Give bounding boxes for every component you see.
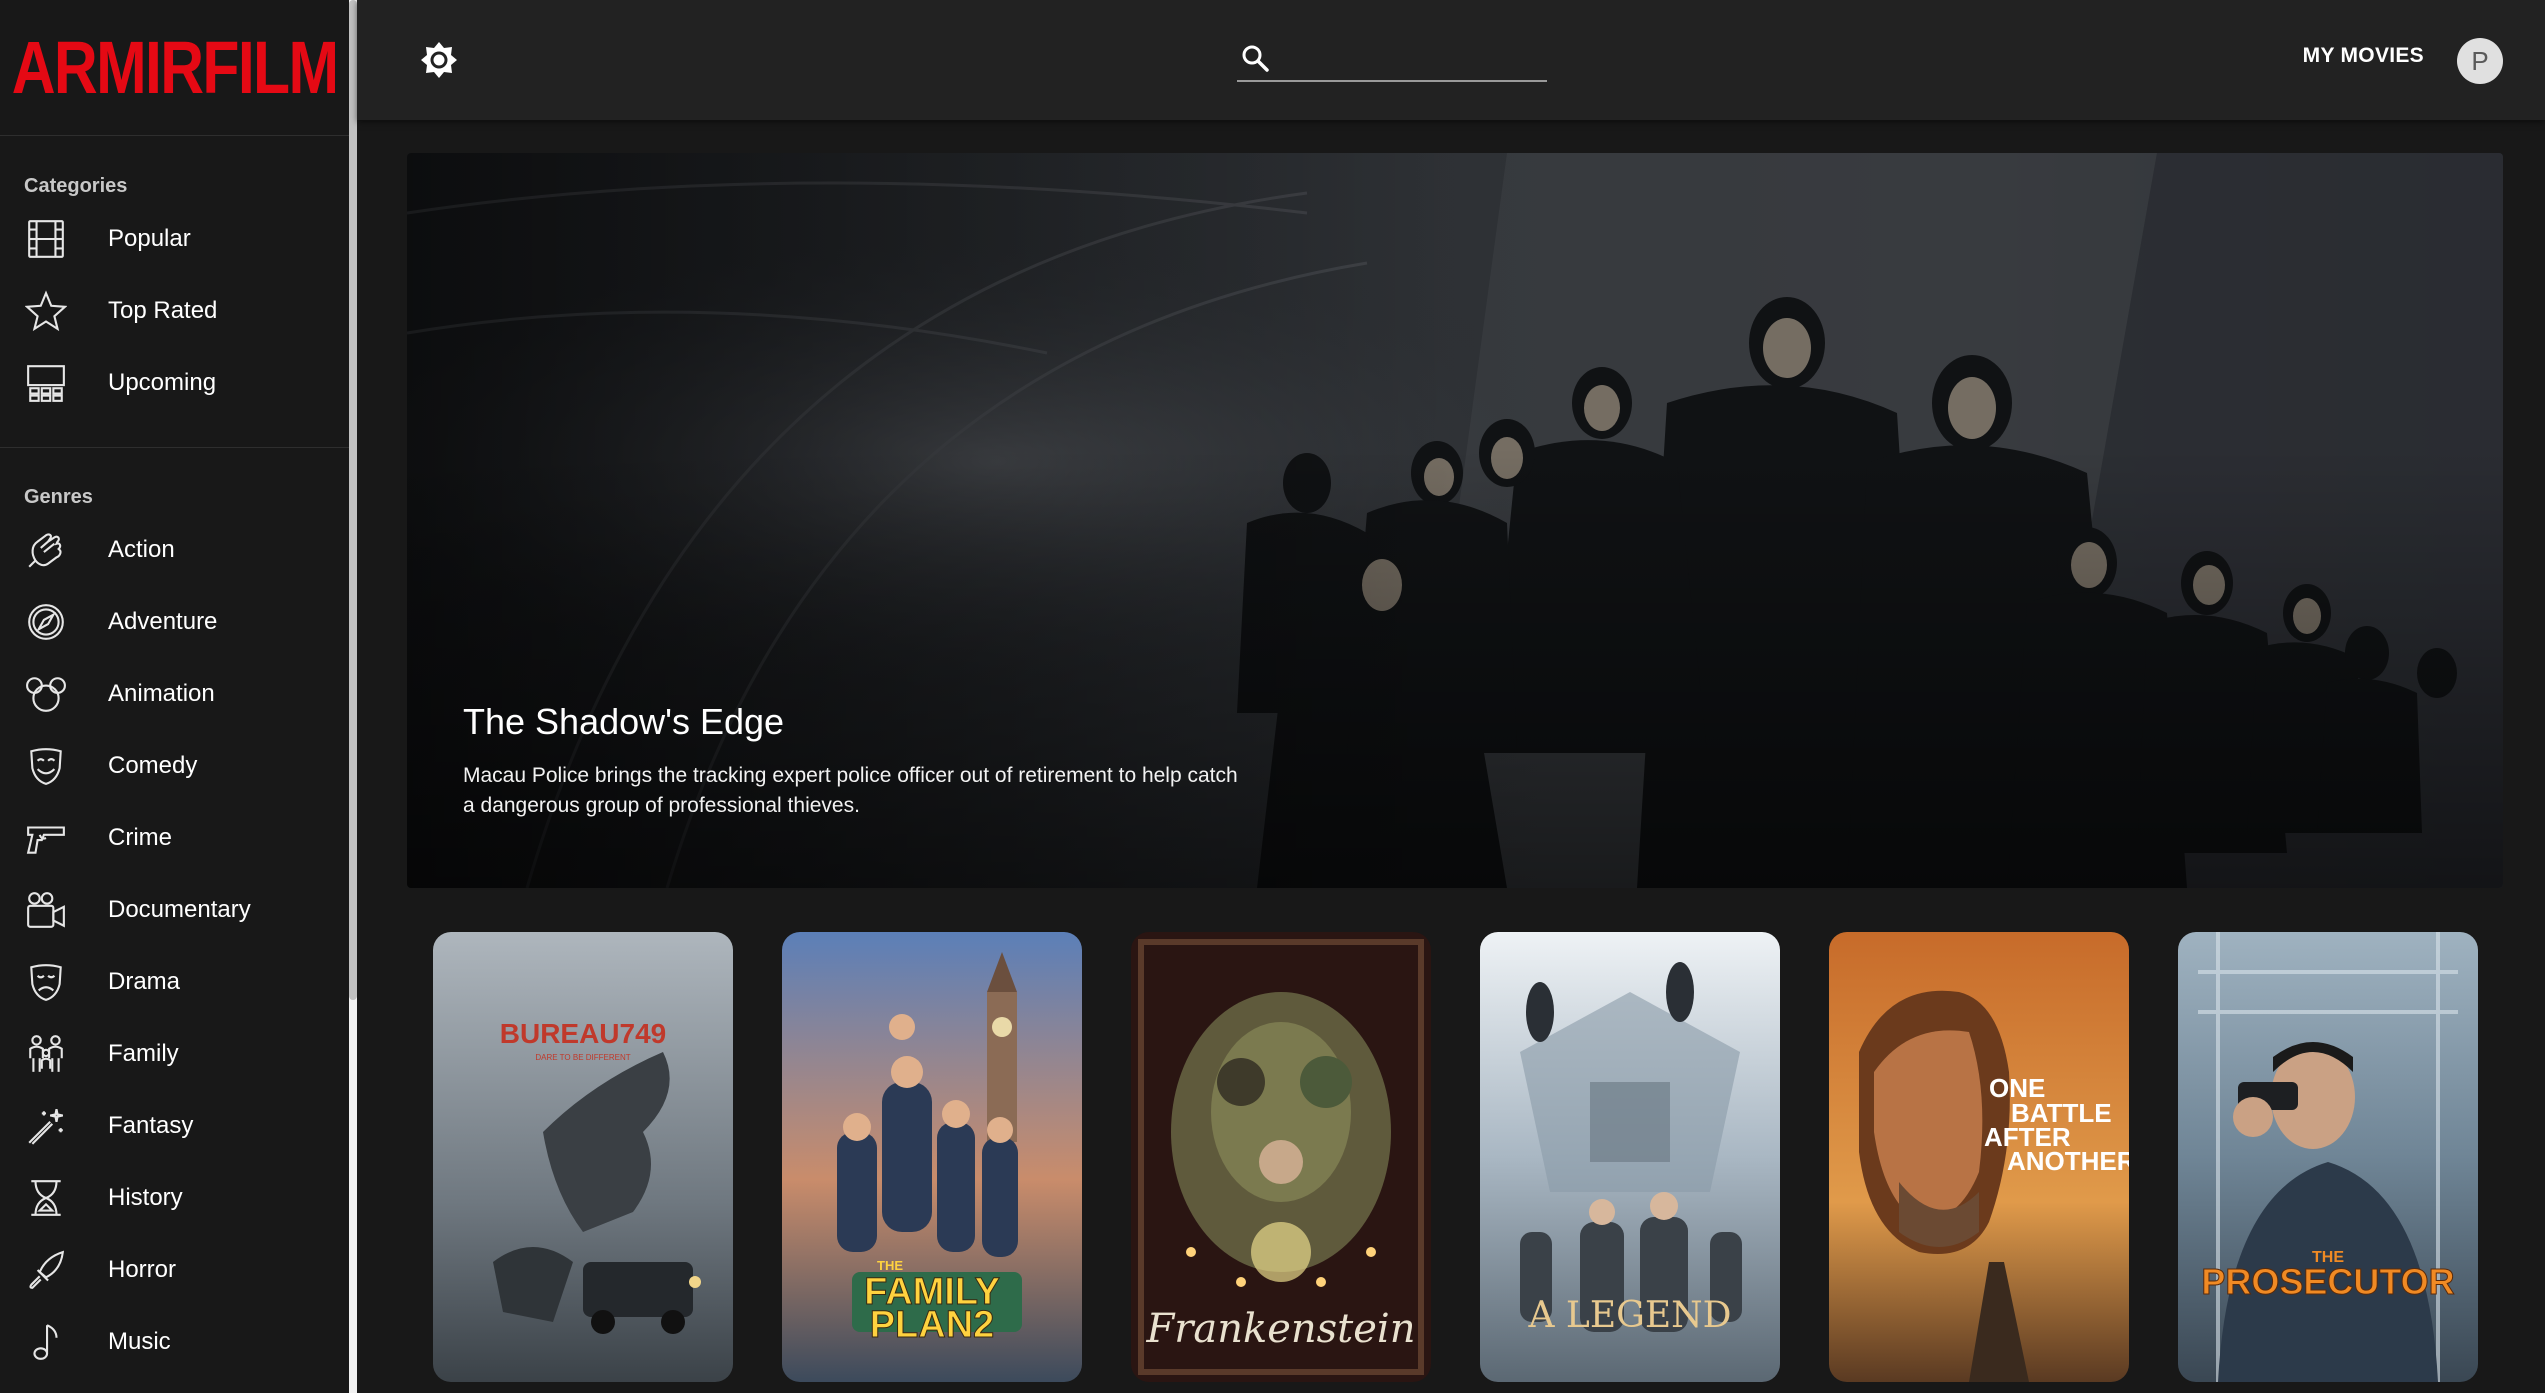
sidebar-item-label: Popular [108,225,191,252]
sidebar-item-popular[interactable]: Popular [0,203,349,275]
sidebar-item-label: Fantasy [108,1112,194,1139]
movie-poster-the-prosecutor[interactable]: THE PROSECUTOR [2178,932,2478,1382]
compass-icon [24,600,68,644]
star-icon [24,289,68,333]
poster-image: THE PROSECUTOR [2178,932,2478,1382]
poster-image: THE FAMILY PLAN2 [782,932,1082,1382]
poster-title-art-line4: ANOTHER [2007,1146,2129,1176]
genres-section: Genres Action Adventure Animation Comedy [0,448,349,1378]
sidebar-item-horror[interactable]: Horror [0,1234,349,1306]
sidebar-item-music[interactable]: Music [0,1306,349,1378]
sidebar-item-label: Adventure [108,608,218,635]
poster-image: ONE BATTLE AFTER ANOTHER [1829,932,2129,1382]
poster-title-art-line3: PLAN2 [870,1304,995,1346]
top-bar: MY MOVIES P [357,0,2545,120]
sidebar-item-history[interactable]: History [0,1162,349,1234]
movie-poster-frankenstein[interactable]: Frankenstein [1131,932,1431,1382]
featured-movie-overview: Macau Police brings the tracking expert … [463,764,1238,817]
featured-movie-title[interactable]: The Shadow's Edge [463,701,784,743]
poster-image: BUREAU749 DARE TO BE DIFFERENT [433,932,733,1382]
movie-poster-one-battle-after-another[interactable]: ONE BATTLE AFTER ANOTHER [1829,932,2129,1382]
categories-section: Categories Popular Top Rated Upcoming [0,136,349,448]
poster-tagline-art: DARE TO BE DIFFERENT [535,1053,630,1062]
magic-wand-icon [24,1104,68,1148]
pistol-icon [24,816,68,860]
movie-poster-row: BUREAU749 DARE TO BE DIFFERENT THE FAMIL… [433,932,2481,1393]
genres-title: Genres [24,486,93,508]
sidebar-item-action[interactable]: Action [0,514,349,586]
sidebar-item-label: Action [108,536,175,563]
poster-title-art: Frankenstein [1146,1306,1416,1352]
sidebar-item-family[interactable]: Family [0,1018,349,1090]
mask-sad-icon [24,960,68,1004]
fist-icon [24,528,68,572]
sidebar-item-fantasy[interactable]: Fantasy [0,1090,349,1162]
avatar[interactable]: P [2457,38,2503,84]
sidebar-item-top-rated[interactable]: Top Rated [0,275,349,347]
sidebar-item-label: Animation [108,680,215,707]
sidebar-item-documentary[interactable]: Documentary [0,874,349,946]
sidebar-item-label: Top Rated [108,297,218,324]
sidebar-item-label: History [108,1184,183,1211]
sidebar-scrollbar-thumb[interactable] [349,0,357,1000]
my-movies-button[interactable]: MY MOVIES [2303,44,2424,68]
sidebar-item-label: Documentary [108,896,251,923]
sidebar-item-label: Music [108,1328,171,1355]
sidebar-scrollbar[interactable] [349,0,357,1393]
app-logo[interactable]: ARMIRFILM [12,25,339,110]
theme-toggle-button[interactable] [419,40,459,80]
search-input[interactable] [1281,38,1545,80]
poster-image: A LEGEND [1480,932,1780,1382]
categories-title: Categories [24,175,128,197]
sidebar-item-crime[interactable]: Crime [0,802,349,874]
sidebar-item-animation[interactable]: Animation [0,658,349,730]
sidebar-item-label: Upcoming [108,369,217,396]
sidebar-item-label: Comedy [108,752,198,779]
sidebar-item-drama[interactable]: Drama [0,946,349,1018]
sidebar-item-label: Horror [108,1256,177,1283]
theater-seats-icon [24,361,68,405]
movie-poster-family-plan-2[interactable]: THE FAMILY PLAN2 [782,932,1082,1382]
poster-image: Frankenstein [1131,932,1431,1382]
poster-title-art: A LEGEND [1527,1295,1731,1336]
knife-icon [24,1248,68,1292]
sidebar-item-label: Crime [108,824,172,851]
sidebar-item-adventure[interactable]: Adventure [0,586,349,658]
sidebar-item-label: Drama [108,968,181,995]
sidebar-item-label: Family [108,1040,179,1067]
music-note-icon [24,1320,68,1364]
brightness-icon [421,42,457,78]
sidebar-item-upcoming[interactable]: Upcoming [0,347,349,419]
featured-movie-banner[interactable]: The Shadow's Edge Macau Police brings th… [407,153,2503,888]
mouse-ears-icon [24,672,68,716]
sidebar: ARMIRFILM Categories Popular Top Rated U… [0,0,349,1393]
logo-container: ARMIRFILM [0,0,349,136]
movie-poster-a-legend[interactable]: A LEGEND [1480,932,1780,1382]
search-bar[interactable] [1237,38,1547,82]
movie-poster-bureau-749[interactable]: BUREAU749 DARE TO BE DIFFERENT [433,932,733,1382]
movie-camera-icon [24,888,68,932]
mask-smile-icon [24,744,68,788]
poster-title-art-line2: PROSECUTOR [2201,1261,2454,1302]
family-icon [24,1032,68,1076]
search-icon[interactable] [1239,42,1271,74]
film-icon [24,217,68,261]
hourglass-icon [24,1176,68,1220]
sidebar-item-comedy[interactable]: Comedy [0,730,349,802]
poster-title-art: BUREAU749 [500,1018,667,1049]
